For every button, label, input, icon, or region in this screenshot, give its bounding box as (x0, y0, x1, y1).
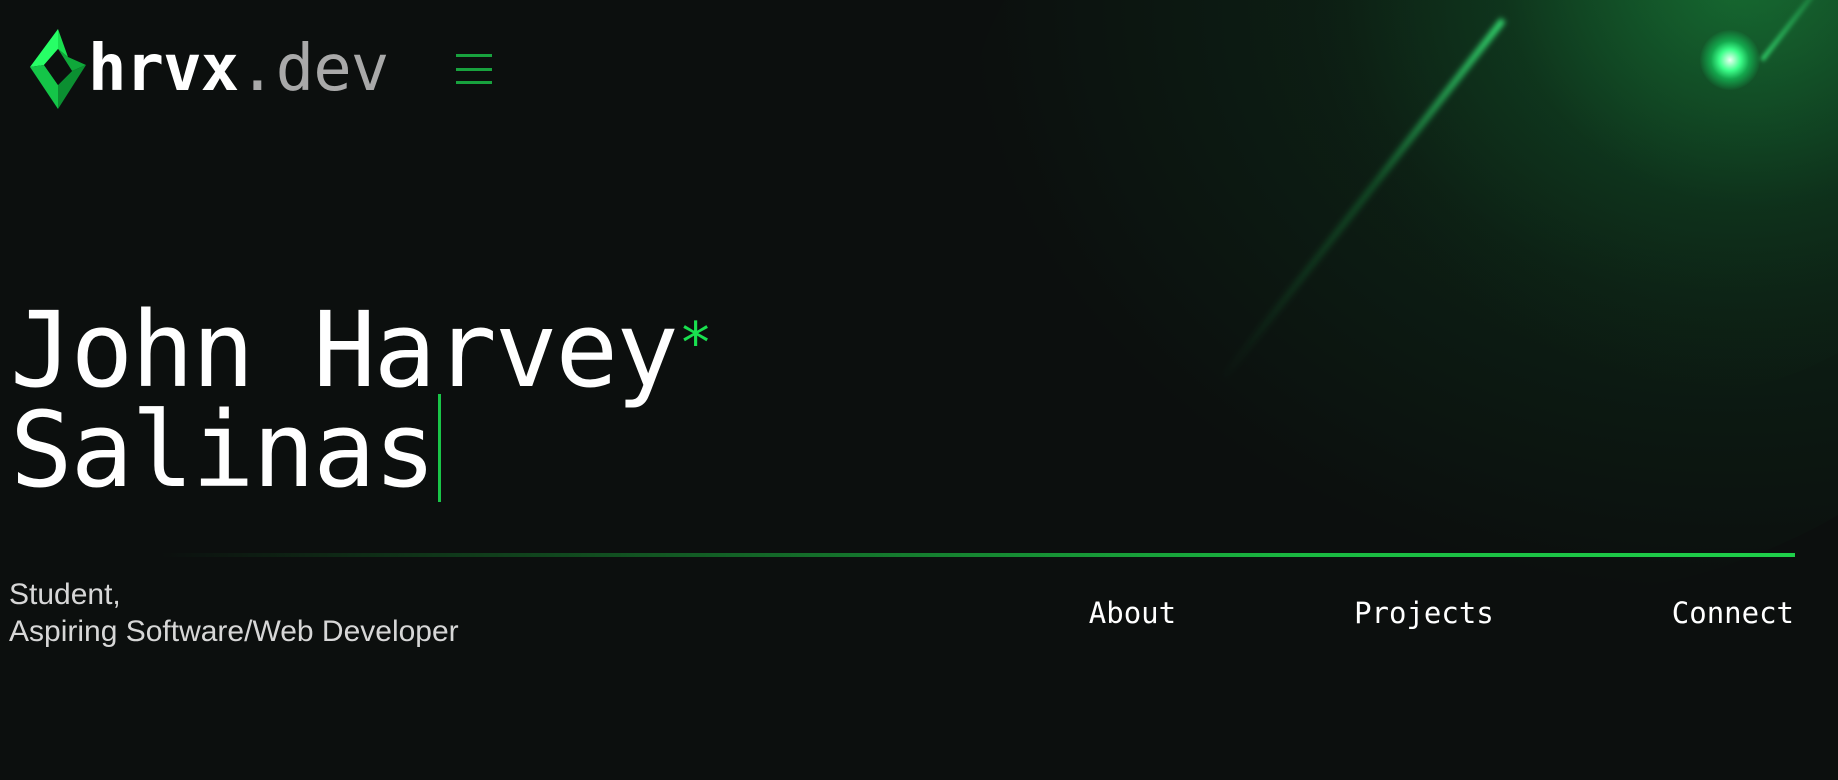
site-logo-link[interactable]: hrvx.dev (28, 27, 389, 111)
logo-name: hrvx (88, 32, 239, 106)
page: hrvx.dev John Harvey* Salinas Student, A… (0, 0, 1838, 780)
tagline-line-2: Aspiring Software/Web Developer (9, 615, 459, 648)
hero-name-heading: John Harvey* Salinas (10, 298, 713, 512)
menu-bar (456, 54, 493, 57)
asterisk-mark: * (678, 311, 713, 376)
diamond-logo-icon (30, 29, 86, 109)
hero-last-name: Salinas (10, 389, 436, 511)
hero-divider (160, 553, 1795, 557)
light-flare (1700, 30, 1760, 90)
menu-bar (456, 67, 493, 71)
nav-link-projects[interactable]: Projects (1354, 596, 1494, 630)
site-header: hrvx.dev (28, 24, 493, 114)
hamburger-menu-icon[interactable] (456, 54, 493, 84)
background-glow (960, 0, 1838, 600)
nav-link-about[interactable]: About (1089, 596, 1176, 630)
hero-second-line: Salinas (10, 393, 710, 512)
tagline-line-1: Student, (9, 578, 121, 611)
menu-bar (456, 81, 493, 84)
logo-tld: .dev (238, 32, 389, 106)
hero-tagline: Student, Aspiring Software/Web Developer (9, 576, 459, 650)
light-beam-top (1760, 0, 1838, 62)
main-nav: About Projects Connect (1089, 596, 1794, 630)
nav-link-connect[interactable]: Connect (1672, 596, 1794, 630)
hero-first-line: John Harvey* (10, 298, 713, 402)
site-logo-text: hrvx.dev (88, 37, 389, 101)
light-beam (1217, 18, 1506, 385)
typing-caret (438, 393, 442, 502)
background-glow-highlight (1300, 0, 1838, 400)
